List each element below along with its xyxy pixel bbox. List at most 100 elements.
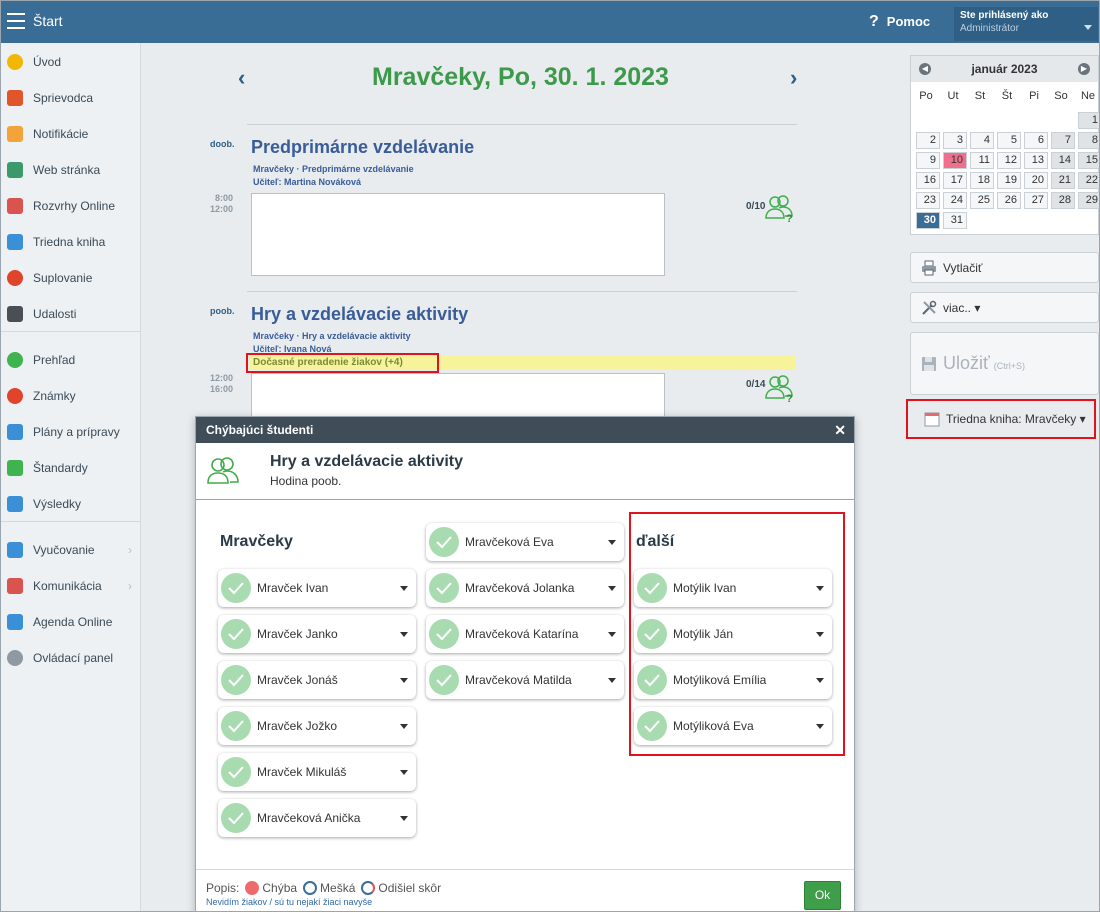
calendar-day[interactable]: 9 bbox=[916, 152, 940, 169]
sidebar-item-udalosti[interactable]: Udalosti bbox=[1, 296, 140, 332]
calendar-day[interactable]: 7 bbox=[1051, 132, 1075, 149]
calendar-day[interactable]: 14 bbox=[1051, 152, 1075, 169]
student-card[interactable]: Mravček Jožko bbox=[218, 707, 416, 745]
sidebar-item-suplovanie[interactable]: Suplovanie bbox=[1, 260, 140, 296]
calendar-day[interactable]: 16 bbox=[916, 172, 940, 189]
students-icon[interactable]: ? bbox=[764, 193, 794, 223]
present-check-icon[interactable] bbox=[637, 665, 667, 695]
calendar-day[interactable]: 20 bbox=[1024, 172, 1048, 189]
calendar-day[interactable]: 23 bbox=[916, 192, 940, 209]
calendar-day[interactable]: 29 bbox=[1078, 192, 1099, 209]
present-check-icon[interactable] bbox=[429, 619, 459, 649]
chevron-down-icon[interactable] bbox=[816, 631, 824, 637]
present-check-icon[interactable] bbox=[221, 757, 251, 787]
ok-button[interactable]: Ok bbox=[804, 881, 841, 910]
student-card[interactable]: Mravček Ivan bbox=[218, 569, 416, 607]
student-card[interactable]: Motýliková Eva bbox=[634, 707, 832, 745]
lesson-title[interactable]: Hry a vzdelávacie aktivity bbox=[251, 304, 468, 325]
close-icon[interactable]: ✕ bbox=[834, 422, 846, 439]
calendar-day[interactable]: 18 bbox=[970, 172, 994, 189]
student-card[interactable]: Mravčeková Eva bbox=[426, 523, 624, 561]
sidebar-item-výsledky[interactable]: Výsledky bbox=[1, 486, 140, 522]
calendar-day[interactable]: 1 bbox=[1078, 112, 1099, 129]
sidebar-item-štandardy[interactable]: Štandardy bbox=[1, 450, 140, 486]
chevron-down-icon[interactable] bbox=[608, 631, 616, 637]
calendar-day[interactable]: 30 bbox=[916, 212, 940, 229]
calendar-day[interactable]: 24 bbox=[943, 192, 967, 209]
calendar-day[interactable]: 27 bbox=[1024, 192, 1048, 209]
chevron-down-icon[interactable] bbox=[400, 723, 408, 729]
calendar-day[interactable]: 5 bbox=[997, 132, 1021, 149]
student-card[interactable]: Mravček Mikuláš bbox=[218, 753, 416, 791]
save-button[interactable]: Uložiť (Ctrl+S) bbox=[910, 332, 1099, 395]
lesson-title[interactable]: Predprimárne vzdelávanie bbox=[251, 137, 474, 158]
present-check-icon[interactable] bbox=[221, 711, 251, 741]
present-check-icon[interactable] bbox=[221, 573, 251, 603]
sidebar-item-prehľad[interactable]: Prehľad bbox=[1, 342, 140, 378]
chevron-down-icon[interactable] bbox=[816, 677, 824, 683]
more-button[interactable]: viac.. ▾ bbox=[910, 292, 1099, 323]
present-check-icon[interactable] bbox=[429, 573, 459, 603]
sidebar-item-známky[interactable]: Známky bbox=[1, 378, 140, 414]
calendar-day[interactable]: 10 bbox=[943, 152, 967, 169]
help-link[interactable]: ? Pomoc bbox=[869, 13, 930, 31]
sidebar-item-sprievodca[interactable]: Sprievodca bbox=[1, 80, 140, 116]
sidebar-item-triedna-kniha[interactable]: Triedna kniha bbox=[1, 224, 140, 260]
next-day-arrow-icon[interactable]: › bbox=[790, 65, 797, 91]
student-card[interactable]: Mravček Janko bbox=[218, 615, 416, 653]
sidebar-item-notifikácie[interactable]: Notifikácie bbox=[1, 116, 140, 152]
chevron-down-icon[interactable] bbox=[400, 677, 408, 683]
chevron-down-icon[interactable] bbox=[400, 631, 408, 637]
calendar-day[interactable]: 2 bbox=[916, 132, 940, 149]
student-card[interactable]: Motýliková Emília bbox=[634, 661, 832, 699]
present-check-icon[interactable] bbox=[637, 573, 667, 603]
student-card[interactable]: Motýlik Ján bbox=[634, 615, 832, 653]
prev-day-arrow-icon[interactable]: ‹ bbox=[238, 65, 245, 91]
chevron-down-icon[interactable] bbox=[816, 723, 824, 729]
missing-students-link[interactable]: Nevidím žiakov / sú tu nejakí žiaci navy… bbox=[206, 897, 372, 907]
present-check-icon[interactable] bbox=[429, 665, 459, 695]
student-card[interactable]: Mravček Jonáš bbox=[218, 661, 416, 699]
calendar-day[interactable]: 8 bbox=[1078, 132, 1099, 149]
chevron-down-icon[interactable] bbox=[816, 585, 824, 591]
start-link[interactable]: Štart bbox=[33, 13, 63, 29]
calendar-day[interactable]: 25 bbox=[970, 192, 994, 209]
student-card[interactable]: Mravčeková Anička bbox=[218, 799, 416, 837]
calendar-day[interactable]: 31 bbox=[943, 212, 967, 229]
calendar-day[interactable]: 11 bbox=[970, 152, 994, 169]
hamburger-menu-icon[interactable] bbox=[7, 13, 25, 29]
student-card[interactable]: Mravčeková Jolanka bbox=[426, 569, 624, 607]
present-check-icon[interactable] bbox=[221, 665, 251, 695]
student-card[interactable]: Mravčeková Matilda bbox=[426, 661, 624, 699]
chevron-down-icon[interactable] bbox=[608, 585, 616, 591]
sidebar-item-rozvrhy-online[interactable]: Rozvrhy Online bbox=[1, 188, 140, 224]
sidebar-item-vyučovanie[interactable]: Vyučovanie › bbox=[1, 532, 140, 568]
calendar-day[interactable]: 28 bbox=[1051, 192, 1075, 209]
chevron-down-icon[interactable] bbox=[400, 815, 408, 821]
calendar-day[interactable]: 15 bbox=[1078, 152, 1099, 169]
sidebar-item-ovládací-panel[interactable]: Ovládací panel bbox=[1, 640, 140, 676]
sidebar-item-agenda-online[interactable]: Agenda Online bbox=[1, 604, 140, 640]
calendar-day[interactable]: 17 bbox=[943, 172, 967, 189]
calendar-day[interactable]: 3 bbox=[943, 132, 967, 149]
calendar-day[interactable]: 22 bbox=[1078, 172, 1099, 189]
calendar-day[interactable]: 12 bbox=[997, 152, 1021, 169]
present-check-icon[interactable] bbox=[221, 619, 251, 649]
print-button[interactable]: Vytlačiť bbox=[910, 252, 1099, 283]
present-check-icon[interactable] bbox=[637, 711, 667, 741]
present-check-icon[interactable] bbox=[637, 619, 667, 649]
chevron-down-icon[interactable] bbox=[608, 677, 616, 683]
present-check-icon[interactable] bbox=[221, 803, 251, 833]
calendar-day[interactable]: 6 bbox=[1024, 132, 1048, 149]
calendar-day[interactable]: 21 bbox=[1051, 172, 1075, 189]
chevron-down-icon[interactable] bbox=[400, 585, 408, 591]
student-card[interactable]: Mravčeková Katarína bbox=[426, 615, 624, 653]
chevron-down-icon[interactable] bbox=[400, 769, 408, 775]
sidebar-item-úvod[interactable]: Úvod bbox=[1, 44, 140, 80]
sidebar-item-web-stránka[interactable]: Web stránka bbox=[1, 152, 140, 188]
lesson-notes-textarea[interactable] bbox=[251, 193, 665, 276]
calendar-day[interactable]: 26 bbox=[997, 192, 1021, 209]
sidebar-item-plány-a-prípravy[interactable]: Plány a prípravy bbox=[1, 414, 140, 450]
calendar-day[interactable]: 19 bbox=[997, 172, 1021, 189]
calendar-day[interactable]: 4 bbox=[970, 132, 994, 149]
